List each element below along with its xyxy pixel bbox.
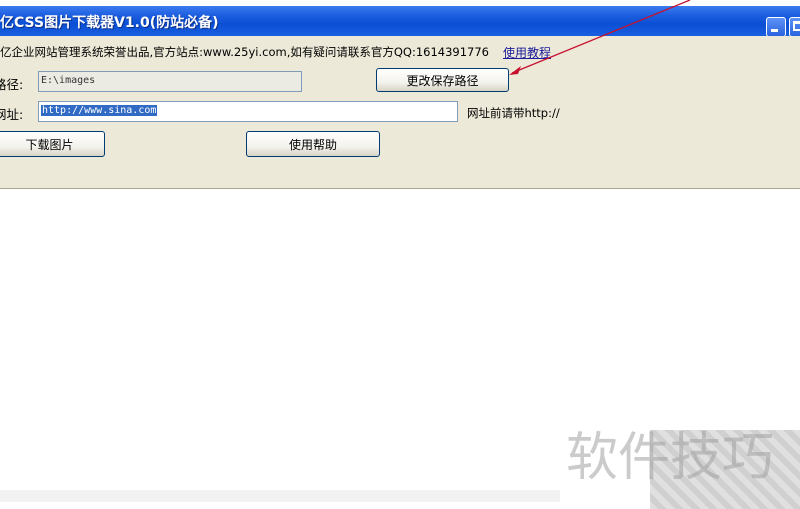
url-label: 网址: (0, 107, 24, 122)
path-label: 路径: (0, 77, 24, 92)
save-path-field[interactable]: E:\images (38, 71, 302, 92)
minimize-button[interactable] (766, 17, 786, 37)
maximize-button[interactable] (789, 17, 800, 37)
bottom-strip (0, 490, 560, 502)
window-title: 亿CSS图片下载器V1.0(防站必备) (0, 15, 219, 31)
url-selected-text: http://www.sina.com (41, 105, 158, 116)
watermark: 软件技巧 (566, 428, 775, 488)
help-button[interactable]: 使用帮助 (246, 131, 380, 157)
download-images-button[interactable]: 下载图片 (0, 131, 105, 157)
window-titlebar[interactable]: 亿CSS图片下载器V1.0(防站必备) (0, 0, 800, 37)
app-client-area: 亿企业网站管理系统荣誉出品,官方站点:www.25yi.com,如有疑问请联系官… (0, 36, 800, 189)
tutorial-link[interactable]: 使用教程 (503, 44, 551, 61)
info-text: 亿企业网站管理系统荣誉出品,官方站点:www.25yi.com,如有疑问请联系官… (0, 45, 489, 59)
url-input[interactable]: http://www.sina.com (38, 101, 458, 122)
change-path-button[interactable]: 更改保存路径 (376, 68, 509, 92)
url-hint: 网址前请带http:// (467, 106, 560, 120)
